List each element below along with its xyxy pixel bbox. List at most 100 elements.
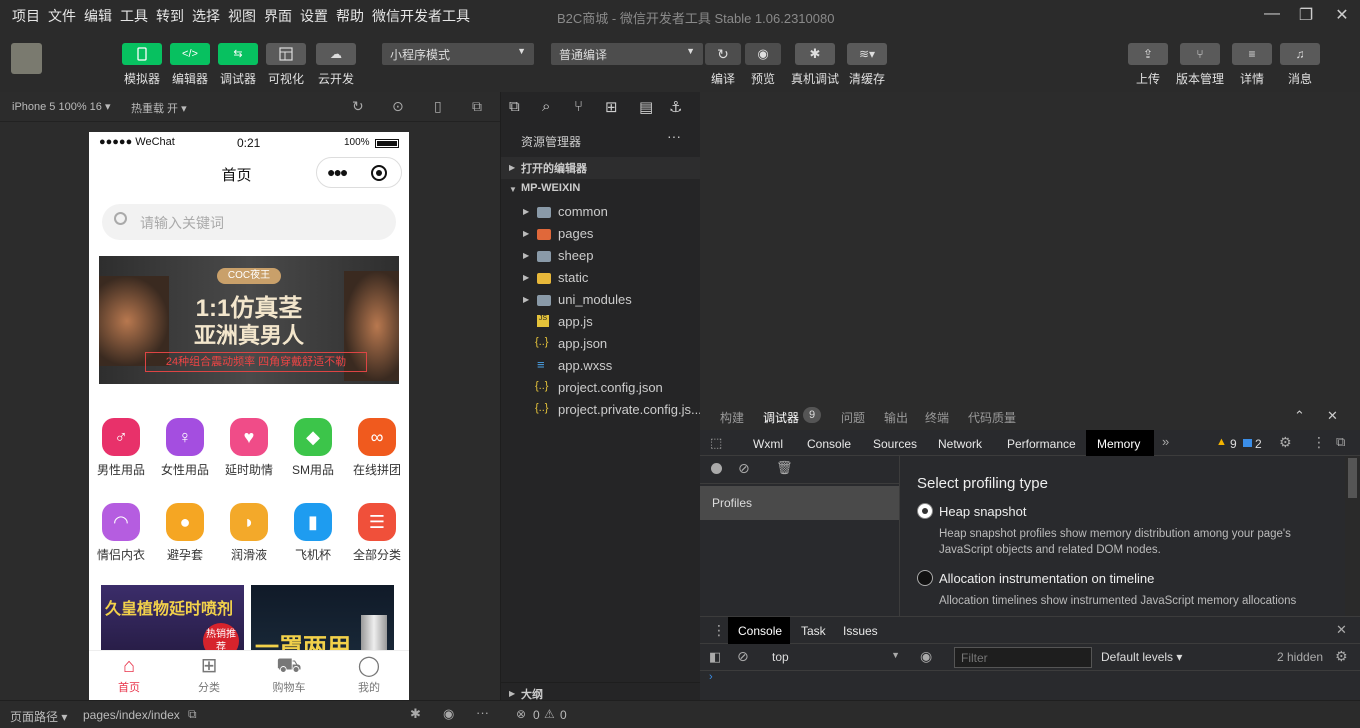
tab-output[interactable]: 输出 [884, 409, 908, 426]
category-cup[interactable]: ▮ 飞机杯 [283, 503, 343, 563]
menu-interface[interactable]: 界面 [264, 6, 292, 26]
rotate-icon[interactable]: ↻ [352, 98, 364, 115]
tree-folder[interactable]: ▶ common [501, 201, 701, 223]
device-select[interactable]: iPhone 5 100% 16 ▾ [12, 100, 111, 113]
close-icon[interactable]: ✕ [1336, 622, 1347, 638]
bell-icon[interactable]: ♫ [1280, 43, 1320, 65]
tree-file[interactable]: JS app.js [501, 311, 701, 333]
tab-sources[interactable]: Sources [873, 437, 917, 451]
eye-icon[interactable]: ◉ [745, 43, 781, 65]
minimize-icon[interactable]: — [1262, 5, 1282, 25]
upload-icon[interactable]: ⇪ [1128, 43, 1168, 65]
tab-build[interactable]: 构建 [720, 409, 744, 426]
kebab-icon[interactable]: ⋮ [712, 622, 726, 639]
levels-select[interactable]: Default levels ▾ [1101, 650, 1182, 664]
extensions-icon[interactable]: ⊞ [605, 98, 618, 116]
info-count[interactable]: 2 [1255, 437, 1262, 451]
dock-icon[interactable]: ⧉ [1336, 434, 1345, 450]
avatar[interactable] [11, 43, 42, 74]
menu-settings[interactable]: 设置 [300, 6, 328, 26]
files-icon[interactable]: ⧉ [509, 98, 520, 115]
maximize-icon[interactable]: ❐ [1296, 5, 1316, 25]
more-icon[interactable]: ··· [667, 128, 681, 144]
tree-file[interactable]: {..} app.json [501, 333, 701, 355]
tab-performance[interactable]: Performance [1007, 437, 1076, 451]
tab-memory[interactable]: Memory [1097, 437, 1140, 451]
kebab-icon[interactable]: ⋮ [1312, 434, 1326, 451]
category-all[interactable]: ☰ 全部分类 [347, 503, 407, 563]
search-input[interactable]: 请输入关键词 [102, 204, 396, 240]
tab-code-quality[interactable]: 代码质量 [968, 409, 1016, 426]
cloud-button[interactable]: ☁ [316, 43, 356, 65]
chevron-up-icon[interactable]: ⌃ [1294, 408, 1305, 424]
bug-icon[interactable]: ✱ [410, 706, 421, 722]
drawer-tab-console[interactable]: Console [738, 624, 782, 638]
tab-network[interactable]: Network [938, 437, 982, 451]
simulator-button[interactable] [122, 43, 162, 65]
phone-icon[interactable]: ▯ [434, 98, 442, 115]
record-icon[interactable] [711, 463, 722, 474]
warning-count[interactable]: 9 [1230, 437, 1237, 451]
close-icon[interactable]: ✕ [1327, 408, 1338, 424]
search-icon[interactable]: ⌕ [542, 98, 550, 115]
gear-icon[interactable]: ⚙ [1335, 648, 1348, 665]
allocation-radio[interactable] [917, 570, 933, 586]
error-icon[interactable]: ⊗ [516, 707, 526, 721]
category-lube[interactable]: ◗ 润滑液 [219, 503, 279, 563]
debugger-button[interactable]: ⇆ [218, 43, 258, 65]
gear-icon[interactable]: ⚙ [1279, 434, 1292, 451]
more-icon[interactable]: ●●● [327, 164, 348, 180]
stop-icon[interactable]: ⊙ [392, 98, 404, 115]
profiles-item[interactable]: Profiles [700, 486, 899, 520]
category-group[interactable]: ∞ 在线拼团 [347, 418, 407, 478]
category-condom[interactable]: ● 避孕套 [155, 503, 215, 563]
menu-goto[interactable]: 转到 [156, 6, 184, 26]
visual-button[interactable] [266, 43, 306, 65]
tab-category[interactable]: ⊞ 分类 [169, 653, 249, 695]
more-icon[interactable]: ··· [476, 705, 489, 720]
tab-cart[interactable]: ⛟ 购物车 [249, 653, 329, 695]
menu-file[interactable]: 文件 [48, 6, 76, 26]
tree-folder[interactable]: ▶ sheep [501, 245, 701, 267]
category-male[interactable]: ♂ 男性用品 [91, 418, 151, 478]
page-path-select[interactable]: 页面路径 ▾ [10, 708, 67, 725]
mode-select[interactable]: 小程序模式 ▼ [382, 43, 534, 65]
tree-file[interactable]: {..} project.private.config.js... [501, 399, 701, 421]
prompt-icon[interactable]: › [709, 671, 713, 683]
eye-icon[interactable]: ◉ [920, 648, 932, 665]
window-icon[interactable]: ▤ [639, 98, 653, 116]
tree-folder[interactable]: ▶ static [501, 267, 701, 289]
warning-icon[interactable]: ⚠ [544, 707, 555, 721]
category-delay[interactable]: ♥ 延时助情 [219, 418, 279, 478]
trash-icon[interactable]: 🗑 [776, 460, 793, 476]
menu-tools[interactable]: 工具 [120, 6, 148, 26]
tab-debugger[interactable]: 调试器 [763, 409, 799, 426]
close-icon[interactable]: ✕ [1332, 5, 1352, 25]
bug-icon[interactable]: ✱ [795, 43, 835, 65]
layers-icon[interactable]: ≋▾ [847, 43, 887, 65]
close-mini-icon[interactable] [371, 165, 387, 181]
category-female[interactable]: ♀ 女性用品 [155, 418, 215, 478]
tab-home[interactable]: ⌂ 首页 [89, 653, 169, 695]
refresh-icon[interactable]: ↻ [705, 43, 741, 65]
tree-folder[interactable]: ▶ uni_modules [501, 289, 701, 311]
inspect-icon[interactable]: ⬚ [710, 435, 722, 451]
category-lingerie[interactable]: ◠ 情侣内衣 [91, 503, 151, 563]
heap-snapshot-radio[interactable] [917, 503, 933, 519]
tab-problems[interactable]: 问题 [841, 409, 865, 426]
details-icon[interactable]: ≡ [1232, 43, 1272, 65]
context-select[interactable]: top ▼ [764, 647, 906, 667]
banner[interactable]: COC夜王 1:1仿真茎 亚洲真男人 24种组合震动频率 四角穿戴舒适不勒 [99, 256, 399, 384]
clear-icon[interactable]: ⊘ [738, 460, 750, 477]
drawer-tab-issues[interactable]: Issues [843, 624, 878, 638]
tab-mine[interactable]: ◯ 我的 [329, 653, 409, 695]
clear-console-icon[interactable]: ⊘ [737, 648, 749, 665]
tree-file[interactable]: {..} project.config.json [501, 377, 701, 399]
eye-icon[interactable]: ◉ [443, 706, 454, 722]
editor-button[interactable]: </> [170, 43, 210, 65]
scrollbar[interactable] [1345, 456, 1360, 616]
sidebar-toggle-icon[interactable]: ◧ [709, 649, 721, 665]
open-editors-section[interactable]: ▶ 打开的编辑器 [501, 157, 701, 179]
capsule-menu[interactable]: ●●● [316, 157, 402, 188]
compile-select[interactable]: 普通编译 ▼ [551, 43, 703, 65]
